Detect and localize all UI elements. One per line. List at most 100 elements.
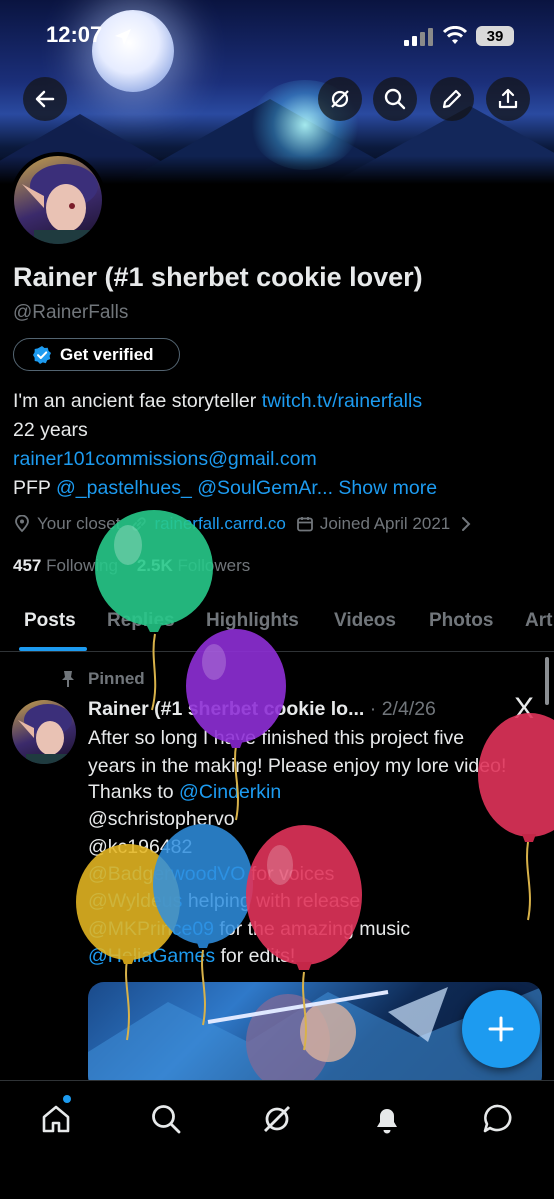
battery-level: 39 [486, 27, 504, 45]
bio-line-1: I'm an ancient fae storyteller twitch.tv… [13, 390, 422, 413]
location-icon [15, 515, 29, 533]
pin-icon [62, 671, 74, 687]
tab-posts[interactable]: Posts [24, 610, 76, 632]
search-icon [384, 88, 406, 110]
wifi-icon [442, 26, 468, 44]
mention-wyldeus[interactable]: @Wyldeus [88, 890, 182, 912]
pfp-credit-link-2[interactable]: @SoulGemAr... [197, 477, 333, 499]
get-verified-label: Get verified [60, 344, 154, 364]
pinned-label: Pinned [60, 669, 145, 689]
following-label: Following [46, 556, 118, 575]
edit-icon [442, 89, 462, 109]
post-avatar[interactable] [12, 700, 76, 764]
mention-schristophervo[interactable]: @schristophervo [88, 808, 235, 831]
nav-grok[interactable] [257, 1099, 297, 1139]
voices-text: for voices [245, 863, 335, 885]
back-arrow-icon [35, 90, 55, 108]
thanks-prefix: Thanks to [88, 781, 180, 803]
post-line-6: @BadgerwoodVO for voices [88, 863, 334, 886]
tab-art[interactable]: Art [525, 610, 552, 632]
music-text: for the amazing music [214, 918, 411, 940]
post-line-9: @HeliaGames for edits! [88, 945, 295, 968]
profile-avatar[interactable] [10, 152, 106, 248]
banner-moon [92, 10, 174, 92]
pinned-text: Pinned [88, 669, 145, 688]
bell-icon [377, 1109, 397, 1134]
website-link[interactable]: rainerfall.carrd.co [154, 514, 285, 534]
nav-messages[interactable] [478, 1099, 518, 1139]
release-text: helping with release [182, 890, 361, 912]
active-tab-indicator [19, 647, 87, 651]
post-date: 2/4/26 [381, 698, 436, 720]
profile-handle: @RainerFalls [13, 302, 129, 323]
search-button[interactable] [373, 77, 417, 121]
bio-line-2: 22 years [13, 419, 88, 441]
bio-line-4: PFP @_pastelhues_ @SoulGemAr... Show mor… [13, 477, 437, 500]
mention-badgerwoodvo[interactable]: @BadgerwoodVO [88, 863, 245, 885]
email-link[interactable]: rainer101commissions@gmail.com [13, 448, 317, 471]
signal-icon [404, 28, 433, 46]
mention-mkprince09[interactable]: @MKPrince09 [88, 918, 214, 940]
battery-indicator: 39 [476, 26, 514, 46]
twitch-link[interactable]: twitch.tv/rainerfalls [262, 390, 422, 412]
following-stat[interactable]: 457 Following [13, 556, 118, 575]
followers-stat[interactable]: 2.5K Followers [137, 556, 250, 575]
tab-highlights[interactable]: Highlights [206, 610, 299, 632]
nav-search[interactable] [146, 1099, 186, 1139]
share-button[interactable] [486, 77, 530, 121]
status-time: 12:07 [46, 22, 103, 47]
nav-notifications[interactable] [367, 1099, 407, 1139]
post-line-2: years in the making! Please enjoy my lor… [88, 755, 507, 777]
location: Your closet [13, 514, 120, 534]
tab-replies[interactable]: Replies [107, 610, 175, 632]
post-line-3: Thanks to @Cinderkin [88, 781, 281, 804]
edits-text: for edits! [215, 945, 296, 967]
location-arrow-icon [115, 29, 131, 45]
plus-icon [488, 1016, 514, 1042]
location-text: Your closet [37, 514, 121, 533]
post-author[interactable]: Rainer (#1 sherbet cookie lo... [88, 698, 364, 720]
verified-badge-icon [33, 345, 51, 364]
joined-date: Joined April 2021 [296, 514, 450, 534]
messages-icon [483, 1104, 512, 1133]
show-more-link[interactable]: Show more [338, 477, 437, 499]
website[interactable]: rainerfall.carrd.co [130, 514, 286, 534]
grok-nav-icon [264, 1106, 290, 1132]
tab-videos[interactable]: Videos [334, 610, 396, 632]
profile-meta: Your closet rainerfall.carrd.co Joined A… [13, 514, 472, 534]
calendar-icon [296, 517, 313, 532]
grok-button[interactable] [318, 77, 362, 121]
get-verified-button[interactable]: Get verified [13, 338, 180, 371]
tab-photos[interactable]: Photos [429, 610, 493, 632]
share-icon [498, 88, 518, 109]
profile-tabs: Posts Replies Highlights Videos Photos A… [0, 598, 554, 652]
followers-count: 2.5K [136, 556, 173, 575]
chevron-right-icon[interactable] [460, 516, 472, 532]
followers-label: Followers [177, 556, 251, 575]
profile-name: Rainer (#1 sherbet cookie lover) [13, 262, 423, 292]
home-icon [42, 1105, 70, 1133]
pfp-credit-link-1[interactable]: @_pastelhues_ [56, 477, 192, 499]
following-count: 457 [13, 556, 42, 575]
bottom-navigation [0, 1080, 554, 1199]
scrollbar[interactable] [545, 657, 549, 705]
back-button[interactable] [23, 77, 67, 121]
mention-cinderkin[interactable]: @Cinderkin [179, 781, 281, 803]
post-header: Rainer (#1 sherbet cookie lo... · 2/4/26 [88, 698, 436, 720]
nav-home[interactable] [36, 1099, 76, 1139]
notification-dot [63, 1095, 71, 1103]
edit-button[interactable] [430, 77, 474, 121]
post-line-8: @MKPrince09 for the amazing music [88, 918, 410, 941]
compose-button[interactable] [462, 990, 540, 1068]
link-icon [132, 517, 147, 531]
close-icon[interactable]: X [514, 692, 534, 726]
follow-stats: 457 Following 2.5K Followers [13, 556, 250, 576]
mention-kc196482[interactable]: @kc196482 [88, 836, 192, 859]
search-nav-icon [152, 1105, 181, 1134]
joined-text: Joined April 2021 [319, 514, 451, 533]
mention-heliagames[interactable]: @HeliaGames [88, 945, 215, 967]
grok-icon [331, 90, 349, 108]
post-line-1: After so long I have finished this proje… [88, 727, 465, 749]
bio-text: I'm an ancient fae storyteller [13, 390, 262, 412]
balloon-red-right [478, 713, 554, 921]
